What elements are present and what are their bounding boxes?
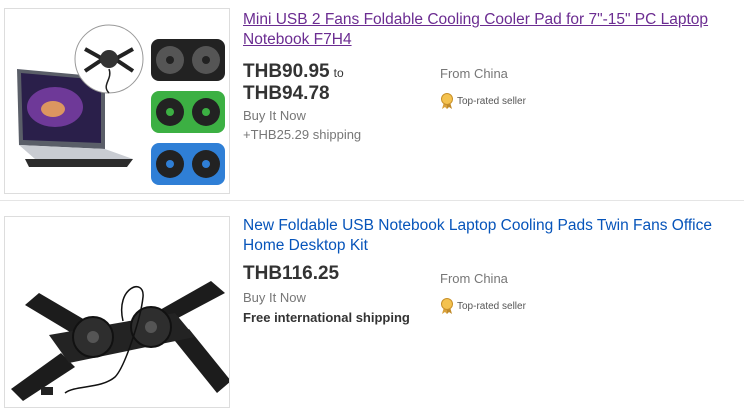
product-image-1[interactable] [4, 8, 230, 194]
fan-pad-black [151, 39, 225, 81]
top-rated-seller-icon [441, 298, 453, 314]
price-2: THB116.25 [243, 263, 340, 284]
format-1: Buy It Now [243, 108, 306, 123]
listing-divider [0, 200, 744, 201]
price-to-label: to [333, 66, 344, 80]
listing-item-2: New Foldable USB Notebook Laptop Cooling… [0, 206, 744, 408]
top-rated-seller-1: Top-rated seller [440, 93, 526, 109]
price-max-1: THB94.78 [243, 83, 330, 104]
format-2: Buy It Now [243, 290, 306, 305]
shipping-1: +THB25.29 shipping [243, 127, 362, 142]
shipping-2: Free international shipping [243, 310, 410, 325]
laptop-cooler-pad-product-image [5, 9, 229, 193]
price-min: THB90.95 [243, 61, 330, 82]
price-1: THB90.95 to [243, 61, 344, 83]
top-rated-seller-2: Top-rated seller [440, 298, 526, 314]
listing-title-2[interactable]: New Foldable USB Notebook Laptop Cooling… [243, 216, 738, 256]
listing-title-1[interactable]: Mini USB 2 Fans Foldable Cooling Cooler … [243, 10, 738, 50]
foldable-twin-fan-stand-product-image [5, 217, 229, 407]
top-rated-seller-label: Top-rated seller [457, 95, 526, 107]
product-image-2[interactable] [4, 216, 230, 408]
top-rated-seller-label: Top-rated seller [457, 300, 526, 312]
location-1: From China [440, 66, 508, 81]
listing-item-1: Mini USB 2 Fans Foldable Cooling Cooler … [0, 0, 744, 200]
location-2: From China [440, 271, 508, 286]
fan-pad-green [151, 91, 225, 133]
top-rated-seller-icon [441, 93, 453, 109]
fan-pad-blue [151, 143, 225, 185]
